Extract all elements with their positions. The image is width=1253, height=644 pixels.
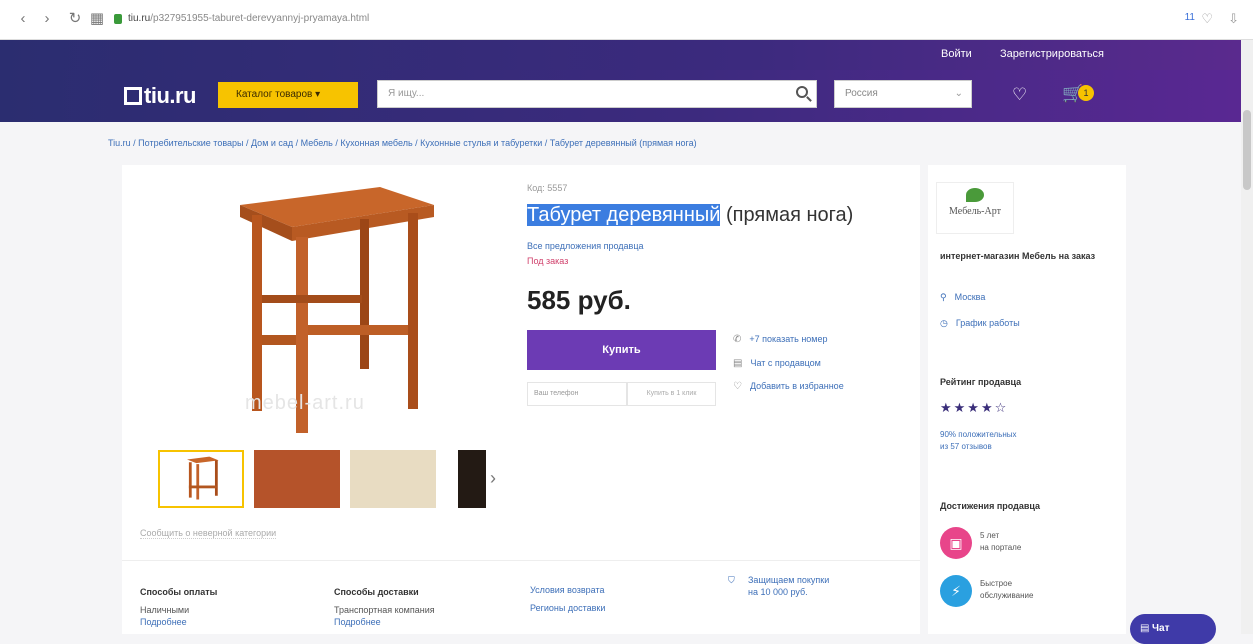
return-links: Условия возврата Регионы доставки xyxy=(530,584,605,614)
delivery-details-link[interactable]: Подробнее xyxy=(334,616,435,628)
leaf-logo-icon xyxy=(966,188,984,202)
heart-icon: ♡ xyxy=(733,381,742,392)
phone-icon: ✆ xyxy=(733,334,742,345)
clock-icon: ◷ xyxy=(940,318,948,328)
product-title: Табурет деревянный (прямая нога) xyxy=(527,204,854,226)
grid-icon[interactable]: ▦ xyxy=(88,10,106,28)
chat-button[interactable]: ▤ Чат xyxy=(1130,614,1216,644)
forward-icon[interactable]: › xyxy=(38,10,56,28)
bookmark-icon[interactable]: ♡ xyxy=(1201,11,1213,27)
reviews-link[interactable]: 90% положительных из 57 отзывов xyxy=(940,429,1017,453)
payment-methods: Способы оплаты Наличными Подробнее xyxy=(140,587,218,628)
rating-title: Рейтинг продавца xyxy=(940,377,1022,387)
login-link[interactable]: Войти xyxy=(941,48,972,60)
chat-seller-link[interactable]: ▤ Чат с продавцом xyxy=(733,358,821,369)
rating-stars: ★★★★☆ xyxy=(940,400,1009,415)
lock-icon xyxy=(114,14,122,24)
back-icon[interactable]: ‹ xyxy=(14,10,32,28)
catalog-button[interactable]: Каталог товаров ▾ xyxy=(218,82,358,108)
stool-thumbnail-image xyxy=(187,456,219,500)
phone-input[interactable]: Ваш телефон xyxy=(527,382,627,406)
delivery-regions-link[interactable]: Регионы доставки xyxy=(530,602,605,614)
address-bar[interactable]: tiu.ru/p327951955-taburet-derevyannyj-pr… xyxy=(128,13,369,24)
all-offers-link[interactable]: Все предложения продавца xyxy=(527,241,644,251)
return-policy-link[interactable]: Условия возврата xyxy=(530,584,605,596)
delivery-methods: Способы доставки Транспортная компания П… xyxy=(334,587,435,628)
show-phone-link[interactable]: ✆ +7 показать номер xyxy=(733,334,828,345)
thumbnail-wood-light[interactable] xyxy=(350,450,436,508)
cart-count-badge: 1 xyxy=(1078,85,1094,101)
site-logo[interactable]: tiu.ru xyxy=(124,83,197,109)
seller-name[interactable]: интернет-магазин Мебель на заказ xyxy=(940,250,1100,263)
thumbnail-wood-dark[interactable] xyxy=(458,450,486,508)
seller-city-link[interactable]: ⚲ Москва xyxy=(940,292,985,303)
chevron-right-icon[interactable]: › xyxy=(490,468,496,489)
download-icon[interactable]: ⇩ xyxy=(1228,11,1239,27)
browser-toolbar: ‹ › ↻ ▦ tiu.ru/p327951955-taburet-derevy… xyxy=(0,0,1253,40)
report-category-link[interactable]: Сообщить о неверной категории xyxy=(140,528,277,539)
chat-bubble-icon: ▤ xyxy=(1140,623,1150,634)
reload-icon[interactable]: ↻ xyxy=(66,10,84,28)
purchase-protection[interactable]: ⛉ Защищаем покупки на 10 000 руб. xyxy=(728,574,829,598)
breadcrumb[interactable]: Tiu.ru / Потребительские товары / Дом и … xyxy=(108,138,697,148)
chevron-down-icon: ⌄ xyxy=(954,88,963,99)
five-years-icon: ▣ xyxy=(940,527,972,559)
register-link[interactable]: Зарегистрироваться xyxy=(1000,48,1104,60)
shield-icon: ⛉ xyxy=(728,575,735,585)
buy-button[interactable]: Купить xyxy=(527,330,716,370)
search-icon[interactable] xyxy=(796,86,808,98)
extension-badge[interactable]: 11 xyxy=(1185,12,1195,23)
achievement-fast: Быстрое обслуживание xyxy=(980,579,1034,600)
achievement-years: 5 лет на портале xyxy=(980,531,1022,552)
scrollbar-thumb[interactable] xyxy=(1243,110,1251,190)
availability-status: Под заказ xyxy=(527,256,569,266)
favorites-heart-icon[interactable]: ♡ xyxy=(1012,85,1027,105)
seller-logo[interactable]: Мебель-Арт xyxy=(936,182,1014,234)
logo-icon xyxy=(124,87,142,105)
achievements-title: Достижения продавца xyxy=(940,501,1041,511)
thumbnail-stool[interactable] xyxy=(158,450,244,508)
watermark: mebel-art.ru xyxy=(245,392,365,414)
schedule-link[interactable]: ◷ График работы xyxy=(940,318,1020,329)
lightning-icon: ⚡ xyxy=(940,575,972,607)
payment-details-link[interactable]: Подробнее xyxy=(140,616,217,628)
region-select[interactable]: Россия ⌄ xyxy=(834,80,972,108)
scrollbar[interactable] xyxy=(1241,40,1253,634)
search-input[interactable]: Я ищу... xyxy=(377,80,817,108)
add-favorite-link[interactable]: ♡ Добавить в избранное xyxy=(733,381,844,392)
product-price: 585 руб. xyxy=(527,285,631,315)
one-click-buy-button[interactable]: Купить в 1 клик xyxy=(627,382,716,406)
thumbnail-wood-cherry[interactable] xyxy=(254,450,340,508)
chat-icon: ▤ xyxy=(733,358,743,369)
location-pin-icon: ⚲ xyxy=(940,292,947,302)
product-code: Код: 5557 xyxy=(527,183,568,193)
